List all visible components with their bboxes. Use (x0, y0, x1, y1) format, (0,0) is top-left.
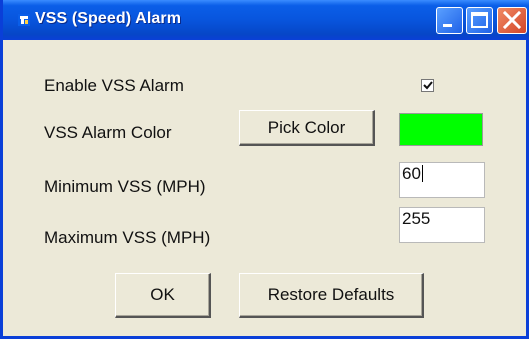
minimum-vss-input[interactable]: 60 (399, 162, 485, 198)
close-icon (502, 10, 522, 30)
enable-alarm-checkbox[interactable] (421, 79, 434, 92)
text-caret (421, 165, 423, 182)
restore-defaults-button[interactable]: Restore Defaults (239, 273, 424, 318)
pick-color-button[interactable]: Pick Color (239, 110, 375, 146)
checkmark-icon (423, 81, 433, 90)
minimize-button[interactable] (436, 7, 463, 34)
minimize-icon (443, 24, 452, 27)
alarm-color-swatch (399, 113, 483, 146)
maximize-button[interactable] (466, 7, 493, 34)
close-button[interactable] (497, 7, 527, 34)
maximize-icon (471, 12, 488, 28)
maximum-vss-value: 255 (402, 209, 431, 228)
ok-button[interactable]: OK (115, 273, 211, 318)
dialog-window: VSS (Speed) Alarm Enable VSS Alarm VSS A… (0, 0, 529, 339)
enable-alarm-label: Enable VSS Alarm (44, 76, 184, 95)
title-bar[interactable]: VSS (Speed) Alarm (3, 0, 529, 40)
alarm-color-label: VSS Alarm Color (44, 123, 172, 142)
minimum-vss-label: Minimum VSS (MPH) (44, 177, 206, 196)
minimum-vss-value: 60 (402, 164, 421, 183)
maximum-vss-label: Maximum VSS (MPH) (44, 228, 211, 247)
app-icon (18, 13, 30, 26)
maximum-vss-input[interactable]: 255 (399, 207, 485, 243)
window-title: VSS (Speed) Alarm (35, 10, 182, 27)
